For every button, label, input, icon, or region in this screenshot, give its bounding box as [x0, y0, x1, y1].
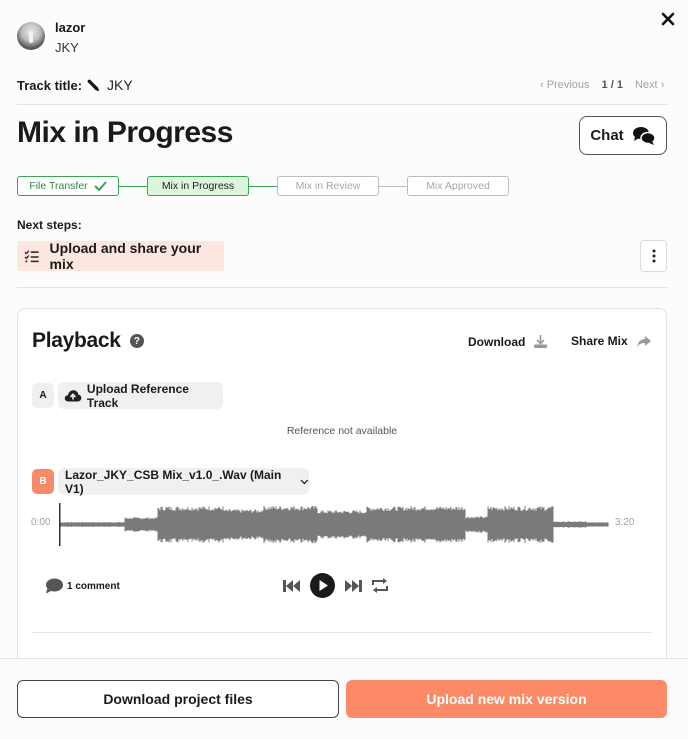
step-label: Mix in Progress [161, 180, 235, 192]
repeat-icon [372, 578, 388, 593]
step-mix-in-progress[interactable]: Mix in Progress [147, 176, 249, 196]
avatar [17, 22, 45, 50]
chevron-down-icon [300, 479, 309, 484]
pencil-icon[interactable] [86, 78, 101, 93]
playback-heading: Playback [32, 329, 121, 352]
play-icon [310, 573, 335, 598]
download-label: Download [468, 334, 526, 349]
progress-stepper: File Transfer Mix in Progress Mix in Rev… [17, 176, 509, 196]
share-mix-button[interactable]: Share Mix [571, 334, 652, 348]
pager-count: 1 / 1 [601, 79, 623, 91]
track-title-label: Track title: [17, 77, 83, 93]
upload-reference-track-button[interactable]: Upload Reference Track [58, 381, 223, 410]
upload-reference-label: Upload Reference Track [86, 381, 189, 410]
comments-button[interactable]: 1 comment [45, 578, 120, 594]
upload-new-mix-version-button[interactable]: Upload new mix version [346, 680, 667, 718]
comments-label: 1 comment [67, 580, 120, 592]
step-label: Mix in Review [295, 180, 361, 192]
track-title-row: Track title: JKY [17, 77, 133, 93]
skip-forward-icon [345, 579, 362, 592]
step-label: File Transfer [29, 180, 88, 192]
step-file-transfer[interactable]: File Transfer [17, 176, 119, 196]
step-mix-approved[interactable]: Mix Approved [407, 176, 509, 196]
cloud-upload-icon [64, 390, 82, 402]
download-project-files-button[interactable]: Download project files [17, 680, 339, 718]
play-button[interactable] [310, 573, 335, 598]
section-divider [17, 287, 667, 288]
time-start: 0:00 [31, 517, 51, 528]
time-end: 3:20 [615, 517, 635, 528]
pager: ‹ Previous 1 / 1 Next › [540, 79, 664, 91]
step-connector [379, 185, 407, 187]
chat-button[interactable]: Chat [579, 116, 667, 155]
previous-label: Previous [546, 79, 590, 91]
comment-bubble-icon [46, 578, 63, 594]
card-divider [32, 632, 652, 633]
playback-title: Playback ? [32, 329, 144, 353]
chat-bubbles-icon [632, 126, 656, 145]
mix-version-select[interactable]: Lazor_JKY_CSB Mix_v1.0_.Wav (Main V1) [58, 467, 309, 496]
next-step-item[interactable]: Upload and share your mix [17, 240, 224, 272]
next-step-label: Upload and share your mix [49, 240, 202, 272]
skip-forward-button[interactable] [344, 579, 362, 593]
chat-label: Chat [590, 127, 624, 144]
user-name: lazor [55, 20, 86, 35]
waveform[interactable] [59, 503, 609, 546]
next-label: Next [634, 79, 658, 91]
header-divider [17, 104, 667, 105]
skip-back-icon [283, 579, 300, 592]
download-icon [534, 335, 548, 348]
transport-controls [283, 573, 389, 598]
skip-back-button[interactable] [283, 579, 301, 593]
playback-card [17, 308, 667, 688]
next-button[interactable]: Next › [635, 79, 664, 91]
track-title-value[interactable]: JKY [107, 77, 133, 93]
vertical-ellipsis-icon [652, 249, 655, 263]
reference-slot-badge[interactable]: A [32, 383, 54, 408]
previous-button[interactable]: ‹ Previous [540, 79, 590, 91]
user-subtitle: JKY [55, 40, 79, 55]
waveform-bars [59, 505, 609, 544]
reference-status: Reference not available [286, 425, 398, 437]
step-mix-in-review[interactable]: Mix in Review [277, 176, 379, 196]
next-steps-label: Next steps: [17, 218, 82, 232]
share-label: Share Mix [571, 334, 628, 348]
step-connector [119, 185, 147, 187]
download-mix-button[interactable]: Download [468, 334, 548, 349]
close-button[interactable] [658, 9, 678, 29]
close-icon [661, 12, 675, 26]
step-connector [249, 185, 277, 187]
share-arrow-icon [636, 335, 651, 347]
step-label: Mix Approved [426, 180, 490, 192]
repeat-button[interactable] [371, 577, 389, 594]
page-title: Mix in Progress [17, 116, 233, 149]
help-icon[interactable]: ? [129, 334, 144, 348]
more-options-button[interactable] [640, 240, 667, 272]
mix-slot-badge[interactable]: B [32, 469, 54, 494]
checkmark-icon [93, 181, 107, 191]
checklist-icon [24, 250, 39, 263]
mix-file-label: Lazor_JKY_CSB Mix_v1.0_.Wav (Main V1) [65, 467, 282, 496]
